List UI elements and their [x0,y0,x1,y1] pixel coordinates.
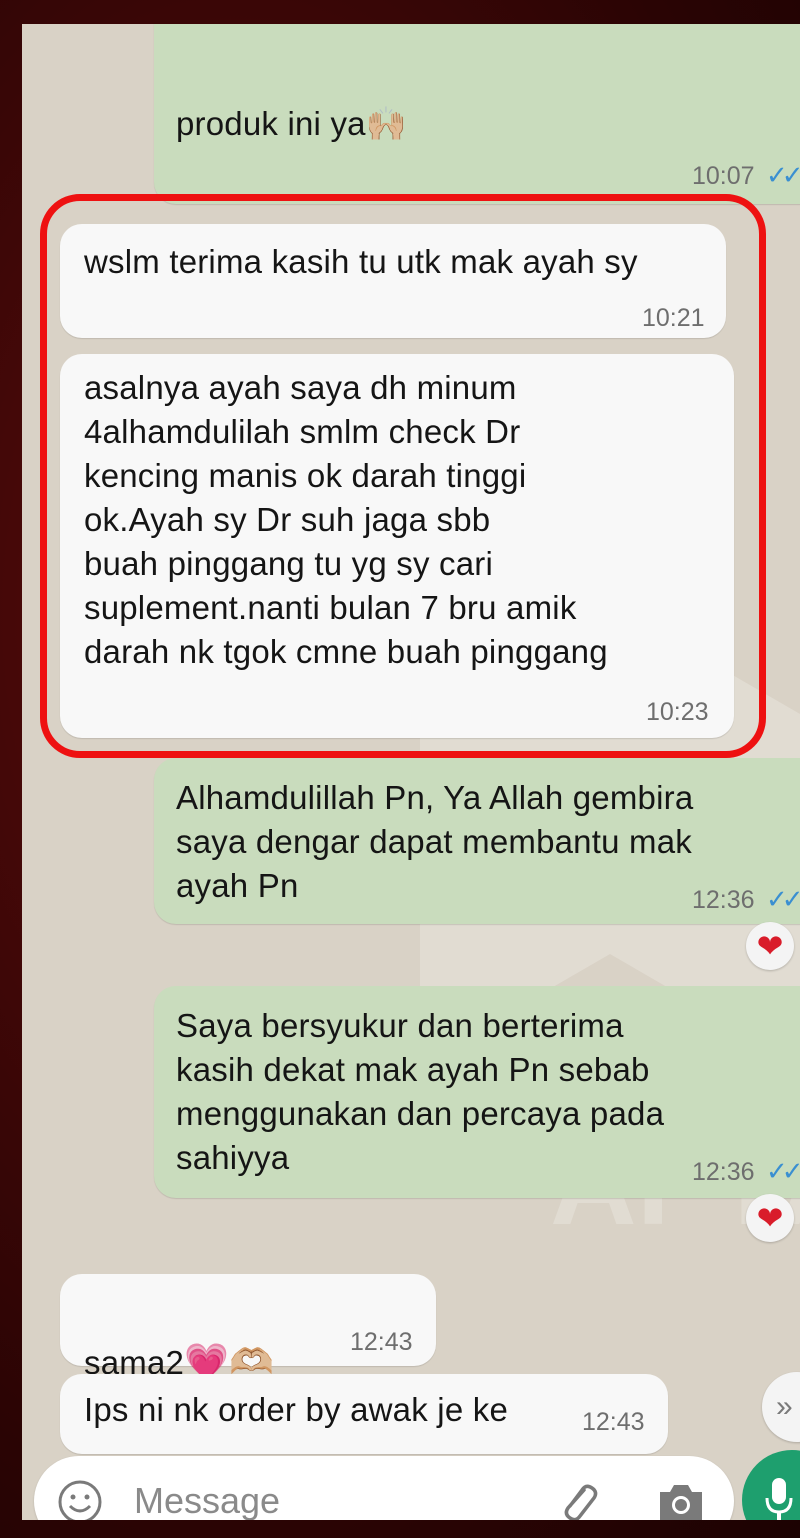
emoji-icon[interactable] [56,1478,104,1520]
heart-icon: ❤ [756,928,784,964]
message-time: 10:21 [642,304,705,332]
message-time: 12:36 [692,886,755,914]
heart-reaction[interactable]: ❤ [746,922,794,970]
heart-reaction[interactable]: ❤ [746,1194,794,1242]
message-input-bar[interactable]: Message [34,1456,734,1520]
message-bubble-incoming[interactable]: asalnya ayah saya dh minum 4alhamdulilah… [60,354,734,738]
message-time: 10:23 [646,698,709,726]
message-input[interactable]: Message [134,1480,280,1520]
message-bubble-outgoing[interactable]: Alhamdulillah Pn, Ya Allah gembira saya … [154,758,800,924]
message-bubble-incoming[interactable]: Ips ni nk order by awak je ke 12:43 [60,1374,668,1454]
message-bubble-outgoing[interactable]: produk ini ya🙌🏼 10:07 ✓✓ [154,24,800,204]
mic-button[interactable] [742,1450,800,1520]
chevrons-down-icon: » [776,1390,793,1423]
message-bubble-incoming[interactable]: sama2💗🫶🏼 12:43 [60,1274,436,1382]
hands-emoji: 🙌🏼 [365,105,408,142]
message-time: 10:07 [692,162,755,190]
microphone-icon [765,1478,793,1520]
read-ticks-icon: ✓✓ [766,1156,800,1186]
message-text: wslm terima kasih tu utk mak ayah sy [84,243,638,280]
message-text: Alhamdulillah Pn, Ya Allah gembira saya … [176,779,694,904]
attach-icon[interactable] [554,1478,602,1520]
camera-icon[interactable] [656,1480,706,1520]
message-text: produk ini ya [176,105,366,142]
read-ticks-icon: ✓✓ [766,160,800,190]
scroll-down-button[interactable]: » [762,1372,800,1442]
message-time: 12:43 [582,1408,645,1436]
message-bubble-incoming[interactable]: wslm terima kasih tu utk mak ayah sy 10:… [60,224,726,338]
message-time: 12:36 [692,1158,755,1186]
message-text: Saya bersyukur dan berterima kasih dekat… [176,1007,665,1176]
read-ticks-icon: ✓✓ [766,884,800,914]
message-bubble-outgoing[interactable]: Saya bersyukur dan berterima kasih dekat… [154,986,800,1198]
message-text: Ips ni nk order by awak je ke [84,1391,509,1428]
message-time: 12:43 [350,1328,413,1356]
chat-screen: AFYAA produk ini ya🙌🏼 10:07 ✓✓ wslm teri… [22,24,800,1520]
heart-icon: ❤ [756,1200,784,1236]
message-text: asalnya ayah saya dh minum 4alhamdulilah… [84,369,608,670]
